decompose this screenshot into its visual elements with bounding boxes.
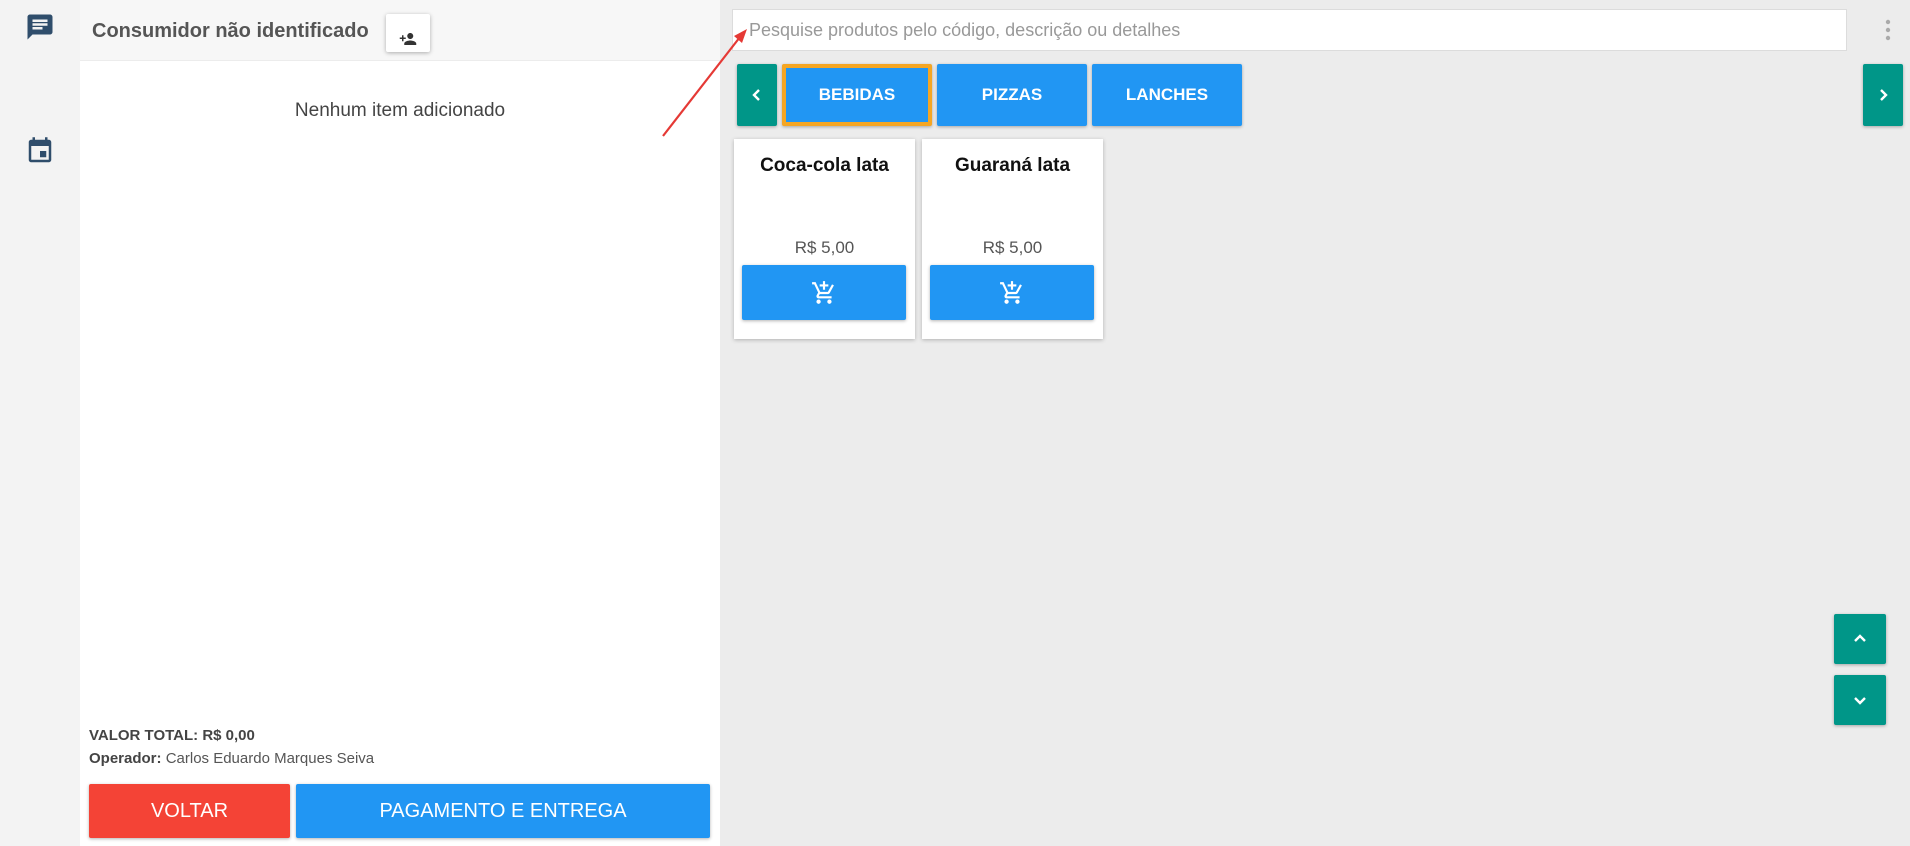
icon-rail [0, 0, 80, 846]
order-header: Consumidor não identificado [80, 0, 720, 61]
product-name: Guaraná lata [954, 155, 1071, 176]
scroll-up-button[interactable] [1834, 614, 1886, 664]
scroll-down-button[interactable] [1834, 675, 1886, 725]
category-tab-pizzas[interactable]: PIZZAS [937, 64, 1087, 126]
chevron-down-icon [1854, 697, 1866, 705]
chevron-up-icon [1854, 634, 1866, 642]
add-cart-icon [1000, 280, 1022, 304]
add-to-cart-button[interactable] [930, 265, 1094, 320]
total-value: R$ 0,00 [202, 727, 255, 744]
chevron-left-icon [752, 89, 760, 101]
product-card: Guaraná lata R$ 5,00 [922, 139, 1103, 339]
calendar-icon[interactable] [25, 136, 55, 166]
category-prev-button[interactable] [737, 64, 777, 126]
category-next-button[interactable] [1863, 64, 1903, 126]
total-line: VALOR TOTAL: R$ 0,00 [89, 727, 255, 744]
add-person-icon [399, 32, 417, 45]
total-label: VALOR TOTAL: [89, 727, 199, 744]
category-tab-lanches[interactable]: LANCHES [1092, 64, 1242, 126]
add-consumer-button[interactable] [386, 14, 430, 52]
operator-name: Carlos Eduardo Marques Seiva [165, 750, 375, 767]
consumer-name: Consumidor não identificado [92, 20, 369, 42]
order-panel: Consumidor não identificado Nenhum item … [80, 0, 720, 846]
payment-delivery-button[interactable]: PAGAMENTO E ENTREGA [296, 784, 710, 838]
back-button[interactable]: VOLTAR [89, 784, 290, 838]
product-search-input[interactable] [732, 9, 1847, 51]
operator-label: Operador: [89, 750, 162, 767]
product-price: R$ 5,00 [982, 238, 1043, 257]
add-to-cart-button[interactable] [742, 265, 906, 320]
chevron-right-icon [1880, 89, 1888, 101]
product-price: R$ 5,00 [794, 238, 855, 257]
product-card: Coca-cola lata R$ 5,00 [734, 139, 915, 339]
category-tab-bebidas[interactable]: BEBIDAS [782, 64, 932, 126]
product-name: Coca-cola lata [760, 155, 889, 176]
add-cart-icon [812, 280, 834, 304]
more-options-icon[interactable] [1875, 16, 1901, 44]
chat-icon[interactable] [25, 12, 55, 42]
empty-cart-message: Nenhum item adicionado [294, 100, 506, 121]
operator-line: Operador: Carlos Eduardo Marques Seiva [89, 750, 374, 767]
